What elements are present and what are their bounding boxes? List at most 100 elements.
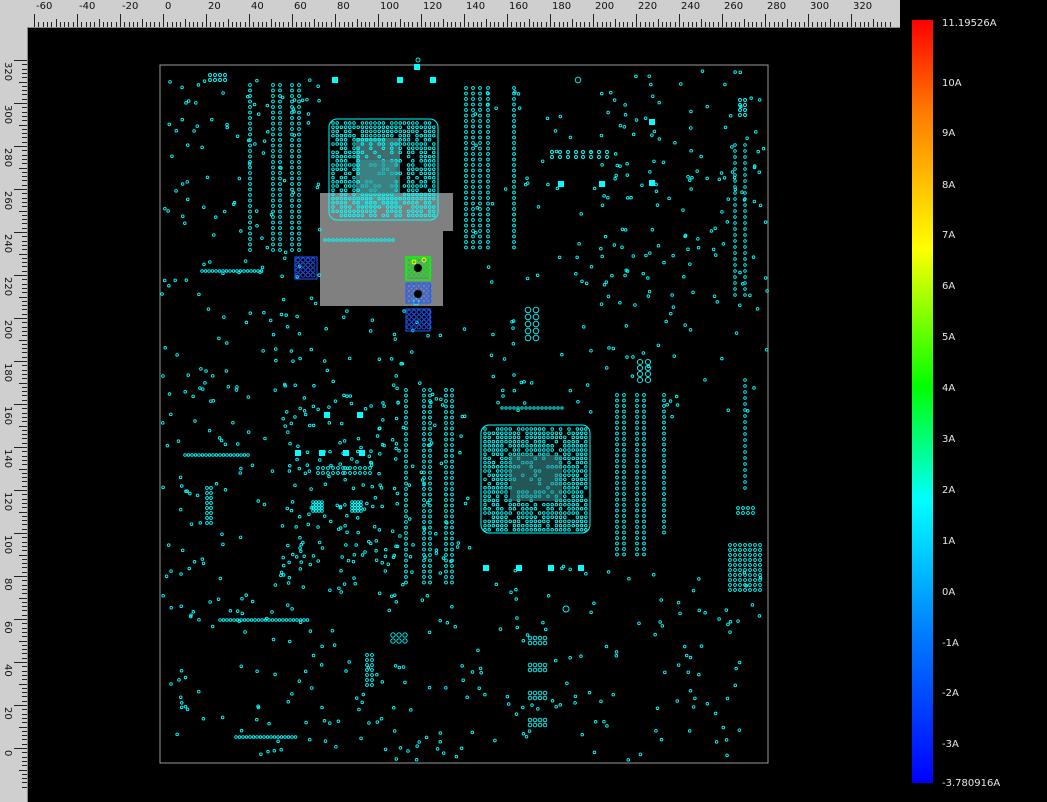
ruler-minor-tick bbox=[22, 326, 27, 328]
via bbox=[278, 226, 282, 230]
via bbox=[491, 448, 496, 452]
ruler-minor-tick bbox=[22, 494, 27, 496]
via bbox=[527, 729, 532, 733]
via bbox=[558, 155, 562, 159]
via bbox=[642, 453, 646, 458]
via bbox=[394, 121, 398, 125]
via bbox=[417, 740, 421, 744]
via bbox=[599, 699, 603, 704]
via bbox=[297, 99, 301, 104]
via bbox=[500, 427, 504, 431]
via bbox=[669, 311, 673, 316]
via bbox=[281, 555, 285, 560]
via bbox=[743, 257, 747, 261]
via bbox=[209, 501, 213, 505]
ruler-minor-tick bbox=[231, 22, 233, 27]
via bbox=[464, 119, 468, 123]
via bbox=[504, 528, 508, 532]
via bbox=[357, 707, 361, 712]
via bbox=[606, 110, 610, 115]
bga-core bbox=[360, 160, 396, 194]
via bbox=[512, 174, 516, 178]
via bbox=[737, 660, 742, 665]
via bbox=[352, 150, 356, 155]
via bbox=[486, 245, 490, 250]
ruler-minor-tick bbox=[558, 22, 560, 27]
via bbox=[471, 163, 475, 167]
via bbox=[473, 112, 478, 116]
ruler-minor-tick bbox=[19, 554, 27, 556]
via bbox=[406, 171, 411, 176]
via bbox=[352, 180, 356, 184]
via bbox=[483, 439, 487, 444]
pad bbox=[332, 77, 338, 83]
via bbox=[546, 519, 550, 524]
via bbox=[162, 278, 167, 283]
via bbox=[579, 515, 584, 519]
via bbox=[311, 423, 316, 428]
via bbox=[297, 160, 301, 164]
via bbox=[352, 175, 356, 180]
via bbox=[330, 629, 335, 633]
via bbox=[279, 747, 283, 752]
via bbox=[422, 454, 426, 458]
via bbox=[343, 146, 348, 150]
via bbox=[478, 190, 482, 195]
pcb-viewport[interactable] bbox=[28, 28, 900, 802]
via bbox=[381, 129, 386, 134]
via bbox=[684, 653, 689, 658]
pad bbox=[649, 119, 655, 125]
via bbox=[486, 108, 490, 112]
via bbox=[403, 680, 407, 685]
via bbox=[622, 503, 626, 507]
via bbox=[348, 154, 352, 159]
via bbox=[464, 212, 468, 217]
pcb-canvas[interactable] bbox=[28, 28, 900, 802]
via bbox=[343, 129, 348, 134]
ruler-minor-tick bbox=[502, 22, 504, 27]
via bbox=[567, 523, 571, 528]
via bbox=[558, 511, 563, 515]
via bbox=[662, 508, 666, 513]
via bbox=[320, 503, 324, 507]
via bbox=[317, 273, 321, 277]
via bbox=[512, 86, 516, 90]
via bbox=[314, 506, 318, 510]
via bbox=[573, 694, 578, 699]
via bbox=[191, 610, 196, 614]
horizontal-ruler[interactable]: -60 -40 -20 0 20 40 60 80 100 120 140 160 180 200 220 2… bbox=[0, 0, 900, 28]
via bbox=[728, 563, 732, 567]
via bbox=[209, 516, 213, 520]
via bbox=[512, 431, 517, 435]
via bbox=[563, 444, 567, 448]
via bbox=[271, 171, 275, 175]
via bbox=[508, 431, 512, 435]
via bbox=[297, 171, 301, 175]
via bbox=[584, 523, 588, 528]
via bbox=[245, 94, 250, 99]
via bbox=[478, 179, 482, 184]
via bbox=[267, 721, 271, 726]
via bbox=[271, 121, 275, 126]
via bbox=[743, 438, 747, 442]
via bbox=[427, 171, 432, 176]
via bbox=[504, 523, 508, 528]
via bbox=[738, 558, 742, 562]
via bbox=[248, 226, 252, 230]
via bbox=[339, 154, 344, 159]
via bbox=[395, 386, 399, 391]
vertical-ruler[interactable]: 320 300 280 260 240 220 200 180 160 140 120 100 80 60… bbox=[0, 27, 28, 802]
ruler-minor-tick bbox=[22, 386, 27, 388]
via bbox=[310, 267, 316, 273]
via bbox=[276, 739, 280, 744]
via bbox=[532, 695, 538, 701]
via bbox=[398, 159, 402, 163]
via bbox=[642, 481, 646, 485]
via bbox=[221, 618, 226, 622]
via bbox=[370, 653, 374, 657]
via bbox=[464, 102, 468, 107]
via bbox=[733, 221, 737, 225]
via bbox=[743, 203, 747, 207]
via bbox=[584, 435, 588, 440]
via bbox=[170, 154, 174, 159]
